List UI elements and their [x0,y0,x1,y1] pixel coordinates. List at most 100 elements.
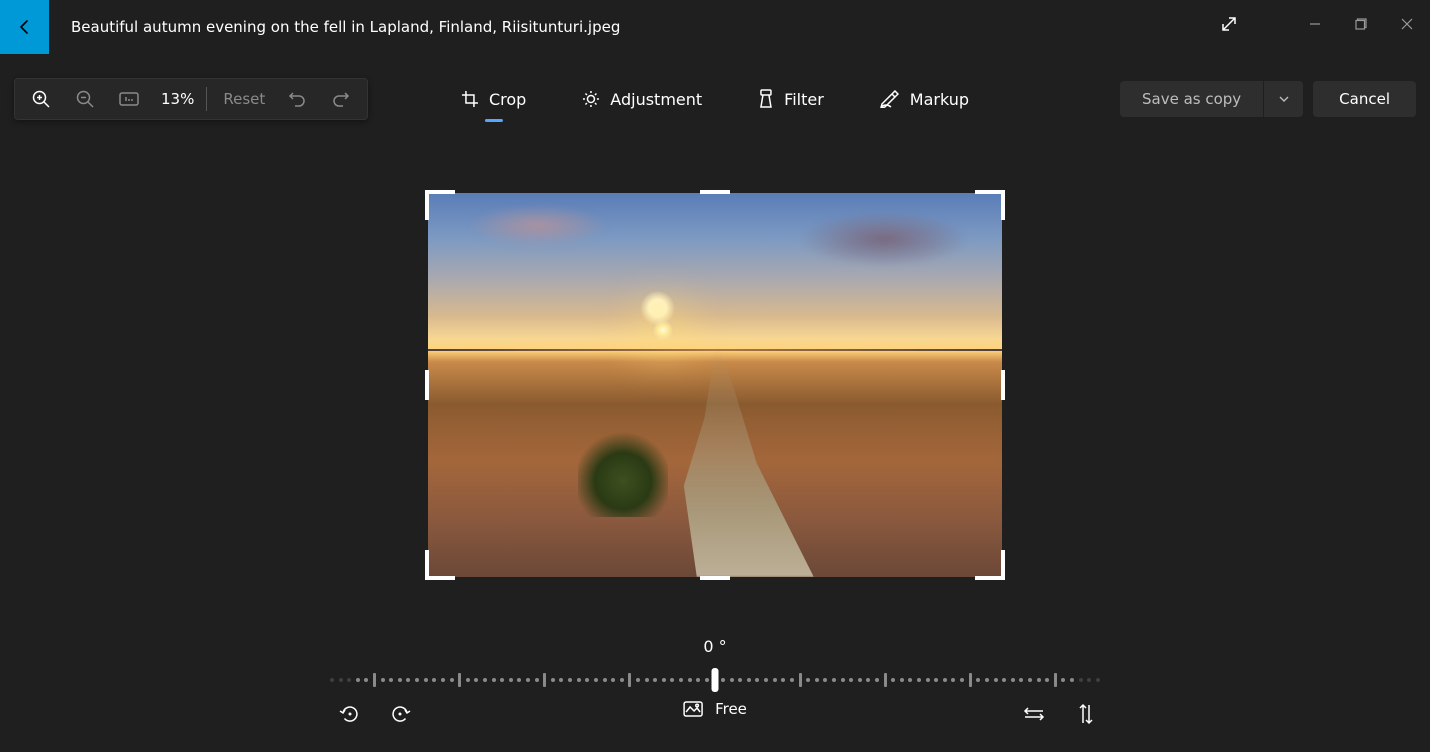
flip-vertical-button[interactable] [1072,700,1100,728]
brightness-icon [582,90,600,108]
rotation-tick [781,678,785,682]
rotation-tick [705,678,709,682]
zoom-out-button[interactable] [63,79,107,119]
rotation-tick [849,678,853,682]
tab-crop-label: Crop [489,90,526,109]
rotation-tick [1002,678,1006,682]
window-controls [1206,0,1430,48]
rotation-tick [799,673,802,687]
rotation-tick [330,678,334,682]
rotation-tick [670,678,674,682]
zoom-fit-button[interactable] [107,79,151,119]
rotation-tick [450,678,454,682]
flip-horizontal-button[interactable] [1020,700,1048,728]
save-as-copy-button[interactable]: Save as copy [1120,81,1263,117]
rotation-tick [1087,678,1091,682]
rotation-tick [373,673,376,687]
save-cancel-group: Save as copy Cancel [1120,81,1416,117]
rotation-area: 0 ° [0,637,1430,692]
back-button[interactable] [0,0,49,54]
rotation-tick [875,678,879,682]
zoom-in-button[interactable] [19,79,63,119]
rotation-tick [628,673,631,687]
rotation-tick [730,678,734,682]
tab-markup[interactable]: Markup [880,77,969,121]
rotation-tick [841,678,845,682]
aspect-ratio-button[interactable]: Free [683,700,747,718]
rotation-tick [551,678,555,682]
tab-adjustment[interactable]: Adjustment [582,77,702,121]
zoom-percent[interactable]: 13% [151,90,204,108]
rotation-tick [773,678,777,682]
rotation-tick [645,678,649,682]
fullscreen-button[interactable] [1206,0,1252,48]
rotation-tick [603,678,607,682]
rotation-tick [636,678,640,682]
rotation-tick [1019,678,1023,682]
rotation-tick [466,678,470,682]
rotation-tick [926,678,930,682]
image-preview[interactable] [428,193,1002,577]
rotation-tick [432,678,436,682]
rotation-tick [1037,678,1041,682]
rotation-tick [1070,678,1074,682]
file-name: Beautiful autumn evening on the fell in … [71,18,620,36]
rotation-tick [364,678,368,682]
rotation-tick [985,678,989,682]
undo-button[interactable] [275,79,319,119]
close-button[interactable] [1384,8,1430,40]
tab-filter-label: Filter [784,90,824,109]
rotation-tick [866,678,870,682]
save-dropdown-button[interactable] [1263,81,1303,117]
tab-adjustment-label: Adjustment [610,90,702,109]
rotation-tick [620,678,624,682]
rotate-ccw-button[interactable] [336,700,364,728]
rotation-tick [747,678,751,682]
rotation-tick [960,678,964,682]
rotation-tick [389,678,393,682]
rotation-tick [806,678,810,682]
rotation-tick [492,678,496,682]
redo-button[interactable] [319,79,363,119]
rotation-tick [381,678,385,682]
aspect-icon [683,700,703,718]
rotate-cw-button[interactable] [386,700,414,728]
rotation-tick [347,678,351,682]
rotation-tick [891,678,895,682]
tab-crop[interactable]: Crop [461,77,526,121]
rotation-thumb[interactable] [712,668,719,692]
separator [206,87,207,111]
markup-icon [880,90,900,108]
maximize-button[interactable] [1338,8,1384,40]
rotation-tick [934,678,938,682]
toolbar: 13% Reset Crop Adjustment Filter Markup [0,74,1430,124]
filter-icon [758,89,774,109]
crop-icon [461,90,479,108]
rotation-tick [356,678,360,682]
rotation-tick [858,678,862,682]
rotation-tick [738,678,742,682]
rotation-tick [764,678,768,682]
edit-tabs: Crop Adjustment Filter Markup [461,77,969,121]
rotation-tick [415,678,419,682]
rotation-tick [339,678,343,682]
rotation-tick [815,678,819,682]
rotation-slider[interactable] [330,668,1100,692]
rotation-tick [1054,673,1057,687]
rotation-tick [662,678,666,682]
minimize-button[interactable] [1292,8,1338,40]
rotation-tick [1045,678,1049,682]
tab-filter[interactable]: Filter [758,77,824,121]
rotation-tick [943,678,947,682]
cancel-button[interactable]: Cancel [1313,81,1416,117]
reset-button[interactable]: Reset [209,90,275,108]
rotation-tick [398,678,402,682]
rotation-tick [441,678,445,682]
tab-markup-label: Markup [910,90,969,109]
crop-box[interactable] [428,193,1002,577]
rotation-tick [458,673,461,687]
rotation-tick [1028,678,1032,682]
rotation-tick [509,678,513,682]
rotation-tick [1011,678,1015,682]
rotation-tick [568,678,572,682]
